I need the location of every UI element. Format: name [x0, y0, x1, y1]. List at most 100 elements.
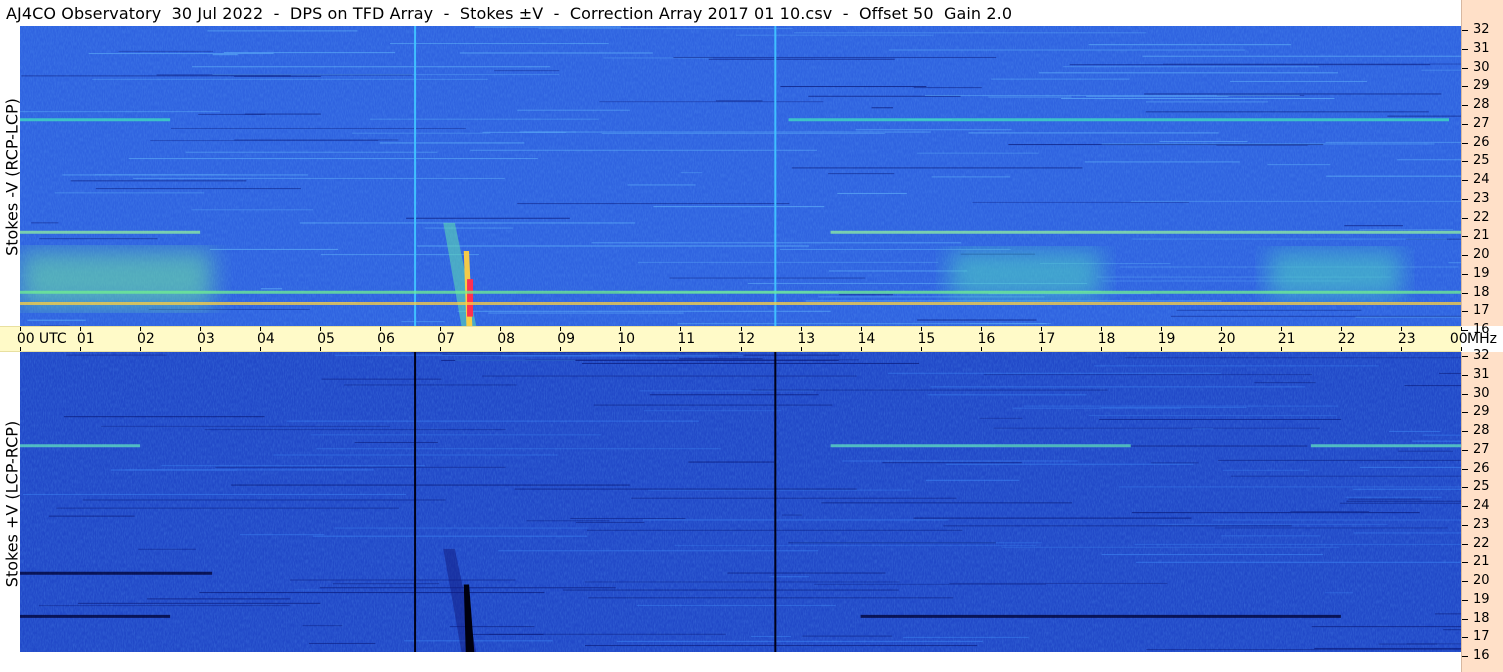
rfi-streak: [751, 389, 1108, 391]
rfi-streak: [913, 517, 1192, 519]
mhz-tick: [1462, 618, 1468, 620]
rfi-streak: [233, 75, 321, 77]
rfi-streak: [1157, 523, 1388, 525]
rfi-streak: [1404, 385, 1461, 387]
rfi-streak: [1131, 512, 1420, 514]
rfi-streak: [82, 499, 446, 501]
utc-tick: [800, 347, 802, 351]
rfi-streak: [92, 78, 488, 80]
mhz-tick: [1462, 637, 1468, 639]
utc-tick-label: 23: [1397, 331, 1416, 347]
rfi-streak: [1212, 519, 1461, 521]
rfi-streak: [582, 362, 920, 364]
mhz-tick-label: 30: [1473, 385, 1490, 401]
rfi-streak: [1214, 527, 1448, 529]
mhz-tick-label: 26: [1473, 460, 1490, 476]
rfi-streak: [1038, 72, 1338, 74]
rfi-streak: [575, 521, 645, 523]
rfi-streak: [837, 192, 907, 194]
mhz-tick: [1462, 105, 1468, 106]
interference-band: [20, 614, 171, 618]
mhz-tick-label: 31: [1473, 40, 1490, 56]
rfi-streak: [1359, 229, 1454, 231]
rfi-streak: [1146, 649, 1461, 651]
rfi-streak: [1389, 430, 1441, 432]
mhz-tick: [1462, 86, 1468, 88]
rfi-streak: [1142, 55, 1461, 57]
utc-tick-label: 00: [1449, 331, 1468, 347]
utc-tick-label: 05: [317, 331, 335, 347]
mhz-tick: [1462, 198, 1468, 200]
rfi-streak: [488, 312, 684, 314]
utc-tick: [740, 347, 742, 351]
rfi-streak: [793, 32, 1147, 34]
mhz-tick-label: 18: [1473, 284, 1490, 300]
rfi-streak: [1001, 546, 1340, 548]
rfi-streak: [332, 583, 440, 585]
rfi-streak: [917, 319, 1037, 321]
interference-band: [860, 614, 1341, 618]
rfi-streak: [593, 404, 833, 406]
rfi-streak: [839, 294, 894, 296]
rfi-streak: [1387, 115, 1461, 117]
utc-tick: [560, 347, 562, 351]
rfi-streak: [591, 242, 962, 244]
top-spectrogram: [20, 26, 1461, 326]
mhz-tick-label: 21: [1473, 228, 1490, 244]
rfi-streak: [526, 520, 610, 522]
rfi-streak: [482, 375, 857, 377]
mhz-tick: [1462, 487, 1468, 489]
rfi-streak: [390, 43, 609, 45]
rfi-streak: [1221, 535, 1321, 537]
mhz-tick-label: 21: [1473, 554, 1490, 570]
mhz-tick-label: 17: [1473, 303, 1490, 319]
mhz-tick-label: 16: [1473, 648, 1490, 663]
rfi-streak: [829, 270, 968, 272]
rfi-streak: [1088, 44, 1292, 46]
rfi-streak: [1290, 511, 1369, 513]
rfi-streak: [627, 184, 696, 186]
rfi-streak: [23, 493, 406, 495]
utc-tick: [380, 347, 382, 351]
rfi-streak: [244, 113, 321, 115]
mhz-tick: [1462, 30, 1468, 31]
rfi-streak: [945, 463, 1194, 465]
rfi-streak: [239, 534, 325, 536]
rfi-streak: [988, 96, 1072, 98]
mhz-tick-label: 24: [1473, 498, 1490, 513]
rfi-streak: [1145, 111, 1429, 113]
rfi-streak: [39, 238, 158, 240]
rfi-streak: [1348, 498, 1422, 500]
rfi-streak: [185, 151, 438, 153]
rfi-streak: [1170, 315, 1461, 317]
mhz-tick-label: 27: [1473, 441, 1490, 457]
mhz-tick-label: 32: [1473, 348, 1490, 363]
utc-tick-label: 10: [617, 331, 636, 347]
mhz-tick-label: 29: [1473, 78, 1490, 94]
rfi-streak: [636, 604, 836, 606]
rfi-streak: [779, 248, 1011, 250]
mhz-tick: [1462, 524, 1468, 526]
rfi-streak: [302, 625, 343, 627]
rfi-streak: [334, 527, 589, 529]
spectrogram-noise: [20, 352, 1461, 652]
rfi-streak: [207, 30, 358, 32]
rfi-streak: [1353, 488, 1461, 490]
rfi-streak: [855, 129, 1012, 131]
rfi-streak: [308, 642, 376, 644]
rfi-streak: [680, 172, 703, 174]
rfi-streak: [48, 515, 135, 517]
rfi-streak: [517, 109, 630, 111]
interference-band: [20, 230, 201, 234]
rfi-streak: [351, 132, 491, 134]
rfi-streak: [788, 542, 996, 544]
utc-tick-label: 13: [797, 331, 816, 347]
utc-tick-label: 07: [437, 331, 455, 347]
interference-band: [788, 118, 1449, 122]
rfi-streak: [1345, 496, 1442, 498]
utc-tick: [1040, 347, 1042, 351]
utc-tick: [200, 347, 202, 351]
rfi-streak: [842, 460, 1078, 462]
utc-tick: [860, 347, 862, 351]
utc-tick-label: 02: [136, 331, 155, 347]
